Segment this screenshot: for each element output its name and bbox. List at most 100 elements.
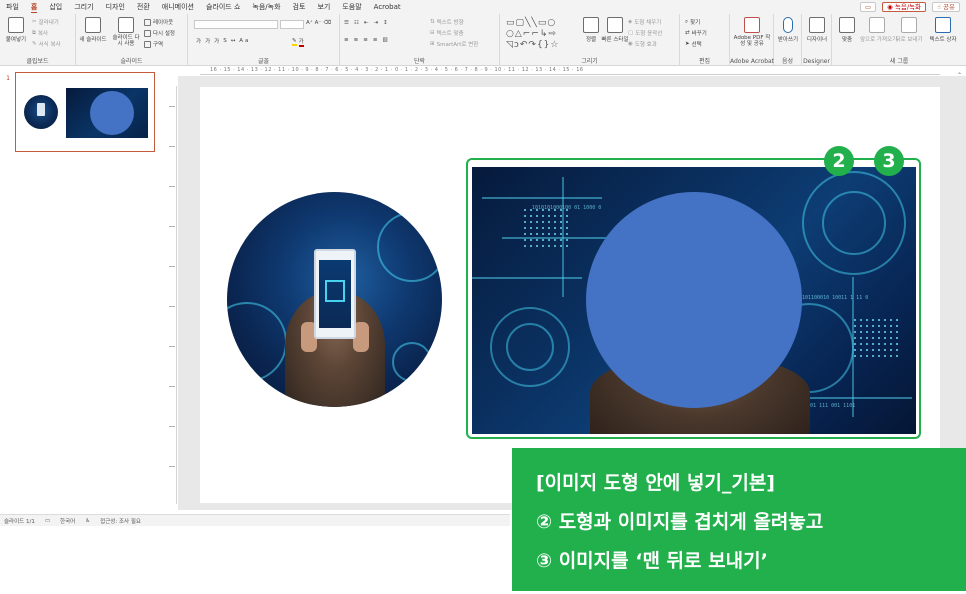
tab-design[interactable]: 디자인 — [106, 2, 125, 12]
drawing-group-label: 그리기 — [581, 58, 598, 65]
smartart-button[interactable]: ⊞ SmartArt로 변환 — [430, 40, 478, 48]
group-font: A⁺ A⁻ ⌫ 가 가 가 S ↔ Aa ✎ 가 글꼴 — [188, 14, 340, 66]
replace-button[interactable]: ⇄ 바꾸기 — [685, 29, 707, 37]
outdent-icon: ⇥ — [373, 20, 382, 26]
slide-thumbnail[interactable] — [15, 72, 155, 152]
text-direction-button[interactable]: ⇅ 텍스트 방향 — [430, 18, 464, 26]
smartart-icon: ⊞ — [430, 41, 435, 47]
binary-text-3: 101100010 10011 1 11 0 — [802, 295, 869, 301]
shape-fill-button[interactable]: ◈ 도형 채우기 — [628, 18, 661, 26]
list-buttons[interactable]: ☰ ☷ ⇤ ⇥ ↕ — [344, 20, 391, 26]
indent-icon: ⇤ — [363, 20, 372, 26]
group-acrobat: Adobe PDF 작성 및 공유 Adobe Acrobat — [730, 14, 774, 66]
dictate-button[interactable]: 받아쓰기 — [774, 17, 802, 43]
find-label: 찾기 — [690, 20, 701, 26]
designer-group-label: Designer — [803, 58, 830, 65]
highlight-icon: ✎ — [292, 38, 297, 46]
format-painter-button[interactable]: ✎ 서식 복사 — [32, 40, 61, 48]
circle-cropped-photo[interactable] — [227, 192, 442, 407]
tab-transitions[interactable]: 전환 — [137, 2, 150, 12]
shapes-gallery-row3[interactable]: ◹ↄ↶↷{}☆ — [506, 40, 559, 50]
justify-icon: ≡ — [372, 37, 381, 43]
smartart-label: SmartArt로 변환 — [436, 42, 479, 48]
bring-forward-button[interactable]: 앞으로 가져오기 — [860, 17, 897, 43]
cut-label: 잘라내기 — [38, 20, 59, 26]
quick-styles-button[interactable]: 빠른 스타일 — [600, 17, 630, 43]
spell-check-icon[interactable]: ▭ — [45, 518, 50, 524]
reset-icon — [144, 29, 151, 37]
shape-fill-label: 도형 채우기 — [634, 20, 662, 26]
blue-circle-shape[interactable] — [586, 192, 802, 408]
blank-area — [0, 526, 512, 594]
tab-acrobat[interactable]: Acrobat — [374, 3, 401, 11]
group-paragraph: ☰ ☷ ⇤ ⇥ ↕ ≡ ≡ ≡ ≡ ▥ ⇅ 텍스트 방향 ⊟ 텍스트 맞춤 ⊞ SmartArt로 변… — [340, 14, 500, 66]
new-slide-icon — [85, 17, 101, 33]
tab-insert[interactable]: 삽입 — [49, 2, 62, 12]
shape-outline-label: 도형 윤곽선 — [635, 31, 663, 37]
record-button[interactable]: ◉ 녹음/녹화 — [882, 2, 927, 12]
new-slide-button[interactable]: 새 슬라이드 — [78, 17, 108, 43]
align-buttons[interactable]: ≡ ≡ ≡ ≡ ▥ — [344, 37, 391, 43]
select-button[interactable]: ➤ 선택 — [685, 40, 702, 48]
send-backward-button[interactable]: 뒤로 보내기 — [894, 17, 924, 43]
align-text-icon: ⊟ — [430, 30, 435, 36]
tab-draw[interactable]: 그리기 — [74, 2, 93, 12]
group-voice: 받아쓰기 음성 — [774, 14, 802, 66]
find-button[interactable]: ⌕ 찾기 — [685, 18, 701, 27]
caption-line-1: [이미지 도형 안에 넣기_기본] — [536, 472, 775, 494]
create-pdf-button[interactable]: Adobe PDF 작성 및 공유 — [732, 17, 772, 47]
accessibility-status[interactable]: 접근성: 조사 필요 — [100, 517, 141, 525]
reuse-slides-icon — [118, 17, 134, 33]
arrange-icon — [583, 17, 599, 33]
font-color-buttons[interactable]: ✎ 가 — [292, 37, 304, 47]
align-center-icon: ≡ — [353, 37, 362, 43]
tab-record[interactable]: 녹음/녹화 — [252, 2, 280, 12]
section-button[interactable]: 구역 — [144, 40, 163, 48]
font-name-select[interactable] — [194, 20, 278, 29]
language-indicator[interactable]: 한국어 — [60, 517, 75, 525]
header-actions: ▭ ◉ 녹음/녹화 ☝ 공유 — [860, 2, 960, 12]
paste-button[interactable]: 붙여넣기 — [1, 17, 31, 43]
designer-icon — [809, 17, 825, 33]
italic-icon: 가 — [205, 39, 213, 45]
sort-icon — [839, 17, 855, 33]
tab-review[interactable]: 검토 — [293, 2, 306, 12]
tab-animations[interactable]: 애니메이션 — [162, 2, 194, 12]
comments-icon[interactable]: ▭ — [860, 2, 877, 12]
tab-view[interactable]: 보기 — [317, 2, 330, 12]
shapes-gallery-row2[interactable]: ○△⌐⌐↳⇨ — [506, 29, 557, 39]
reset-button[interactable]: 다시 설정 — [144, 29, 175, 37]
text-box-button[interactable]: 텍스트 상자 — [926, 17, 960, 43]
font-style-buttons[interactable]: 가 가 가 S ↔ Aa — [196, 37, 250, 45]
horizontal-ruler: 16 · 15 · 14 · 13 · 12 · 11 · 10 · 9 · 8… — [200, 66, 940, 75]
new-group-label: 새 그룹 — [889, 58, 909, 65]
reuse-slides-button[interactable]: 슬라이드 다시 사용 — [110, 17, 142, 47]
underline-icon: 가 — [214, 39, 222, 45]
cut-button[interactable]: ✂ 잘라내기 — [32, 18, 59, 26]
ribbon-tab-bar: 파일 홈 삽입 그리기 디자인 전환 애니메이션 슬라이드 쇼 녹음/녹화 검토… — [0, 0, 966, 14]
align-text-button[interactable]: ⊟ 텍스트 맞춤 — [430, 29, 464, 37]
layout-button[interactable]: 레이아웃 — [144, 18, 173, 26]
tab-file[interactable]: 파일 — [6, 2, 19, 12]
caption-line-2: ② 도형과 이미지를 겹치게 올려놓고 — [536, 511, 824, 533]
share-button[interactable]: ☝ 공유 — [932, 2, 960, 12]
send-backward-label: 뒤로 보내기 — [895, 37, 923, 43]
group-designer: 디자이너 Designer — [802, 14, 832, 66]
microphone-icon — [783, 17, 793, 33]
design-ideas-button[interactable]: 디자이너 — [802, 17, 832, 43]
sort-button[interactable]: 맞춤 — [834, 17, 860, 43]
shapes-gallery[interactable]: ▭▢╲╲▭○ — [506, 18, 556, 28]
tab-slide-show[interactable]: 슬라이드 쇼 — [206, 2, 240, 12]
thumb-circle-image — [24, 95, 58, 129]
shape-outline-button[interactable]: ▢ 도형 윤곽선 — [628, 29, 662, 37]
reset-label: 다시 설정 — [153, 31, 175, 37]
tab-home[interactable]: 홈 — [30, 2, 38, 13]
step-badge-2: 2 — [824, 146, 854, 176]
tab-help[interactable]: 도움말 — [342, 2, 361, 12]
strike-icon: S — [223, 38, 229, 44]
font-size-select[interactable] — [280, 20, 304, 29]
copy-button[interactable]: ⧉ 복사 — [32, 29, 48, 38]
font-size-buttons[interactable]: A⁺ A⁻ ⌫ — [306, 20, 331, 26]
shape-effects-button[interactable]: ◉ 도형 효과 — [628, 40, 657, 48]
group-clipboard: 붙여넣기 ✂ 잘라내기 ⧉ 복사 ✎ 서식 복사 클립보드 — [0, 14, 76, 66]
